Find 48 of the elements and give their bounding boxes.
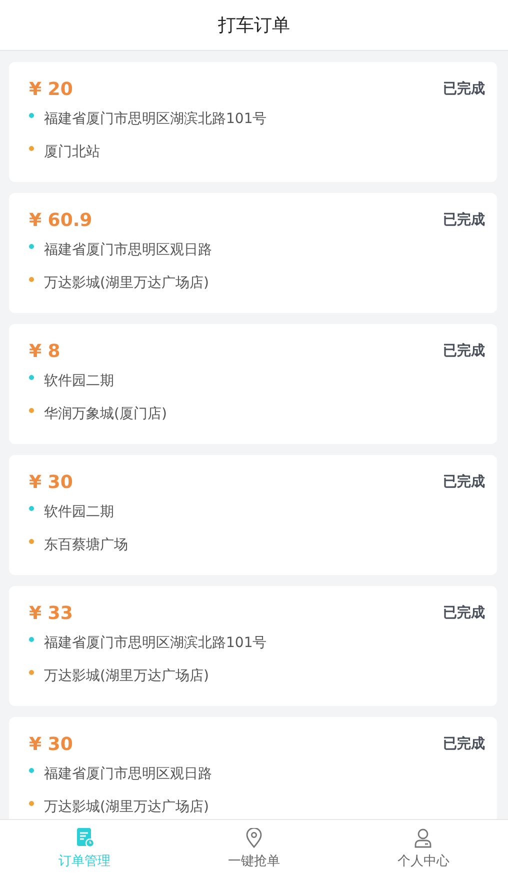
order-card[interactable]: ¥ 60.9 已完成 福建省厦门市思明区观日路 万达影城(湖里万达广场店) [9,193,497,313]
order-status: 已完成 [443,211,485,229]
end-dot-icon [29,146,34,150]
order-card[interactable]: ¥ 20 已完成 福建省厦门市思明区湖滨北路101号 厦门北站 [9,62,497,182]
start-dot-icon [29,244,34,248]
start-address: 软件园二期 [44,372,114,390]
end-dot-icon [29,800,34,806]
start-dot-icon [29,636,34,642]
order-price: ¥ 33 [29,602,73,624]
order-price: ¥ 20 [29,78,73,100]
order-status: 已完成 [443,604,485,622]
order-price: ¥ 30 [29,472,73,492]
start-address: 福建省厦门市思明区湖滨北路101号 [44,110,267,128]
nav-tab[interactable]: 个人中心 [338,820,508,877]
order-status: 已完成 [443,735,485,753]
nav-tab[interactable]: 一键抢单 [169,820,339,877]
start-dot-icon [29,374,34,380]
document-icon [76,828,94,848]
end-address: 万达影城(湖里万达广场店) [44,274,209,292]
start-address: 福建省厦门市思明区观日路 [44,241,212,259]
start-address: 福建省厦门市思明区湖滨北路101号 [44,634,267,652]
end-address: 厦门北站 [44,143,100,161]
start-dot-icon [29,112,34,118]
order-status: 已完成 [443,80,485,98]
order-price: ¥ 30 [29,734,73,754]
location-pin-icon [246,828,262,848]
order-card[interactable]: ¥ 33 已完成 福建省厦门市思明区湖滨北路101号 万达影城(湖里万达广场店) [9,586,497,706]
user-icon [414,828,432,848]
end-dot-icon [29,538,34,544]
end-address: 万达影城(湖里万达广场店) [44,667,209,685]
start-address: 福建省厦门市思明区观日路 [44,765,212,783]
order-card[interactable]: ¥ 30 已完成 福建省厦门市思明区观日路 万达影城(湖里万达广场店) [9,717,497,819]
order-card[interactable]: ¥ 30 已完成 软件园二期 东百蔡塘广场 [9,455,497,575]
order-price: ¥ 8 [29,340,60,362]
end-dot-icon [29,276,34,282]
page-title: 打车订单 [218,14,290,37]
order-status: 已完成 [443,473,485,491]
order-card[interactable]: ¥ 8 已完成 软件园二期 华润万象城(厦门店) [9,324,497,444]
end-dot-icon [29,408,34,412]
order-status: 已完成 [443,342,485,360]
end-address: 华润万象城(厦门店) [44,405,167,423]
start-dot-icon [29,768,34,772]
start-dot-icon [29,506,34,510]
end-address: 万达影城(湖里万达广场店) [44,798,209,816]
end-dot-icon [29,670,34,674]
end-address: 东百蔡塘广场 [44,536,128,554]
start-address: 软件园二期 [44,503,114,521]
order-price: ¥ 60.9 [29,210,92,230]
